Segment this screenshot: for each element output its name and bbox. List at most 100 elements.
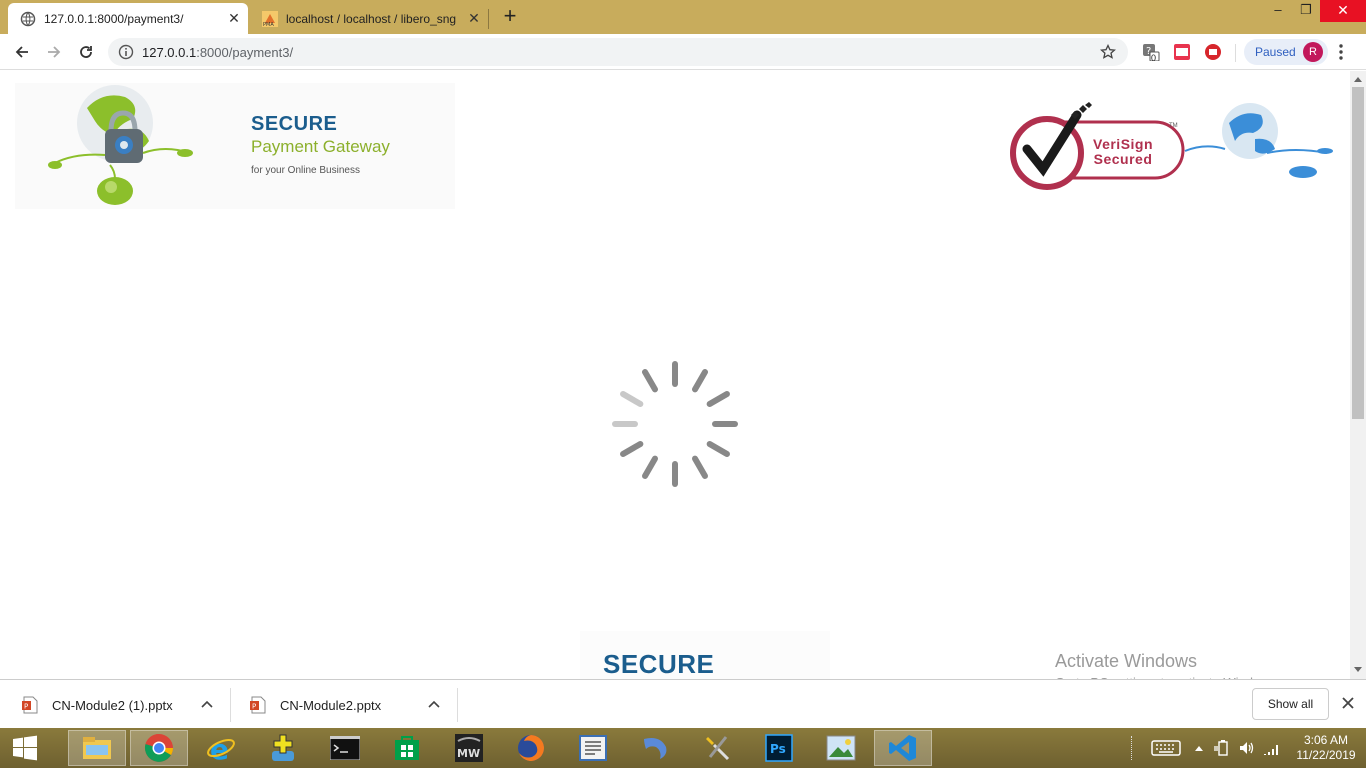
clock-time: 3:06 AM — [1303, 733, 1349, 747]
download-shelf: P CN-Module2 (1).pptx P CN-Module2.pptx … — [0, 679, 1366, 728]
battery-plug-icon[interactable] — [1214, 740, 1232, 756]
menu-dots-icon[interactable] — [1338, 43, 1344, 61]
download-item[interactable]: P CN-Module2 (1).pptx — [0, 688, 230, 722]
tab-phpmyadmin[interactable]: PMA localhost / localhost / libero_sng ✕ — [250, 3, 488, 34]
scroll-thumb[interactable] — [1352, 87, 1364, 419]
close-tab-icon[interactable]: ✕ — [464, 10, 484, 27]
internet-explorer-icon: e — [207, 733, 235, 763]
chrome-icon — [144, 733, 173, 762]
show-all-button[interactable]: Show all — [1252, 688, 1329, 720]
minimize-button[interactable]: – — [1264, 0, 1292, 22]
loading-spinner-icon — [612, 361, 738, 487]
taskbar-vscode[interactable] — [874, 730, 932, 766]
page-scrollbar[interactable] — [1350, 71, 1366, 679]
taskbar-photos[interactable] — [812, 730, 870, 766]
photoshop-icon: Ps — [765, 734, 793, 762]
taskbar-internet-explorer[interactable]: e — [192, 730, 250, 766]
clock[interactable]: 3:06 AM 11/22/2019 — [1290, 733, 1362, 763]
bookmark-star-icon[interactable] — [1100, 44, 1116, 60]
medical-cross-icon — [272, 734, 294, 761]
signal-icon[interactable] — [1263, 740, 1281, 756]
footer-banner: SECURE — [580, 631, 830, 679]
document-icon — [579, 735, 607, 761]
pdf-extension-icon[interactable] — [1173, 43, 1191, 61]
svg-text:PMA: PMA — [263, 22, 274, 27]
arrow-left-icon — [15, 46, 28, 58]
pptx-file-icon: P — [250, 696, 266, 714]
tab-title: 127.0.0.1:8000/payment3/ — [44, 11, 184, 26]
taskbar-photoshop[interactable]: Ps — [750, 730, 808, 766]
windows-taskbar: e MW Ps 3:06 AM 11/22/2019 — [0, 728, 1366, 768]
forward-button[interactable] — [42, 40, 66, 64]
firefox-icon — [518, 735, 544, 761]
taskbar-store[interactable] — [378, 730, 436, 766]
profile-status: Paused — [1255, 45, 1296, 59]
tab-title: localhost / localhost / libero_sng — [286, 11, 457, 26]
terminal-icon — [330, 736, 360, 760]
svg-text:e: e — [210, 733, 229, 763]
spinner-spoke — [692, 369, 708, 393]
reload-button[interactable] — [74, 40, 98, 64]
header-tagline: for your Online Business — [251, 165, 360, 176]
svg-text:P: P — [252, 703, 256, 711]
header-banner: SECURE Payment Gateway for your Online B… — [15, 83, 455, 209]
taskbar-nfs-mw[interactable]: MW — [440, 730, 498, 766]
header-gateway-title: Payment Gateway — [251, 137, 390, 156]
header-secure-title: SECURE — [251, 113, 338, 135]
taskbar-tools-app[interactable] — [688, 730, 746, 766]
url-text[interactable]: 127.0.0.1:8000/payment3/ — [142, 45, 293, 60]
spinner-spoke — [692, 455, 708, 479]
spinner-spoke — [620, 441, 644, 457]
watermark-title: Activate Windows — [1055, 651, 1198, 671]
volume-icon[interactable] — [1239, 740, 1255, 756]
chevron-up-icon[interactable] — [199, 697, 215, 713]
close-icon[interactable] — [1339, 694, 1357, 712]
taskbar-file-explorer[interactable] — [68, 730, 126, 766]
restore-button[interactable]: ❐ — [1292, 0, 1320, 22]
close-tab-icon[interactable]: ✕ — [224, 10, 244, 27]
toolbar-divider — [1235, 44, 1236, 62]
tab-payment[interactable]: 127.0.0.1:8000/payment3/ ✕ — [8, 3, 248, 34]
trademark-label: TM — [1169, 123, 1178, 129]
arrow-right-icon — [48, 46, 61, 58]
pdf-converter-icon[interactable] — [1204, 43, 1222, 61]
footer-secure-title: SECURE — [603, 649, 715, 679]
globe-lock-illustration — [48, 85, 193, 205]
avatar: R — [1303, 42, 1323, 62]
new-tab-button[interactable]: + — [498, 5, 522, 29]
svg-text:MW: MW — [457, 747, 480, 760]
tab-strip: 127.0.0.1:8000/payment3/ ✕ PMA localhost… — [0, 0, 1366, 34]
close-window-button[interactable]: ✕ — [1320, 0, 1366, 22]
extension-badge: 0 — [1151, 53, 1157, 63]
clock-date: 11/22/2019 — [1296, 748, 1356, 762]
taskbar-document-reader[interactable] — [564, 730, 622, 766]
nfs-game-icon: MW — [455, 734, 483, 762]
spinner-spoke — [706, 391, 730, 407]
taskbar-firefox[interactable] — [502, 730, 560, 766]
chevron-up-icon[interactable] — [1194, 744, 1204, 752]
windows-logo-icon — [13, 735, 37, 761]
reload-icon — [80, 46, 92, 58]
taskbar-command-prompt[interactable] — [316, 730, 374, 766]
info-icon[interactable] — [118, 44, 134, 60]
scroll-down-icon[interactable] — [1354, 667, 1362, 672]
globe-icon — [20, 11, 36, 26]
taskbar-dolphin-app[interactable] — [626, 730, 684, 766]
start-button[interactable] — [0, 730, 50, 766]
spinner-spoke — [706, 441, 730, 457]
scroll-up-icon[interactable] — [1354, 77, 1362, 82]
chevron-up-icon[interactable] — [426, 697, 442, 713]
verisign-line2: Secured — [1093, 151, 1153, 167]
spinner-spoke — [642, 369, 658, 393]
keyboard-icon[interactable] — [1151, 740, 1181, 756]
back-button[interactable] — [10, 40, 34, 64]
taskbar-medical-app[interactable] — [254, 730, 312, 766]
download-item[interactable]: P CN-Module2.pptx — [228, 688, 456, 722]
address-bar[interactable]: 127.0.0.1:8000/payment3/ — [108, 38, 1128, 66]
svg-text:P: P — [24, 703, 28, 711]
download-filename: CN-Module2 (1).pptx — [52, 697, 173, 713]
verisign-line1: VeriSign — [1093, 136, 1154, 152]
taskbar-chrome[interactable] — [130, 730, 188, 766]
profile-button[interactable]: Paused R — [1244, 39, 1328, 65]
tools-icon — [706, 736, 730, 761]
